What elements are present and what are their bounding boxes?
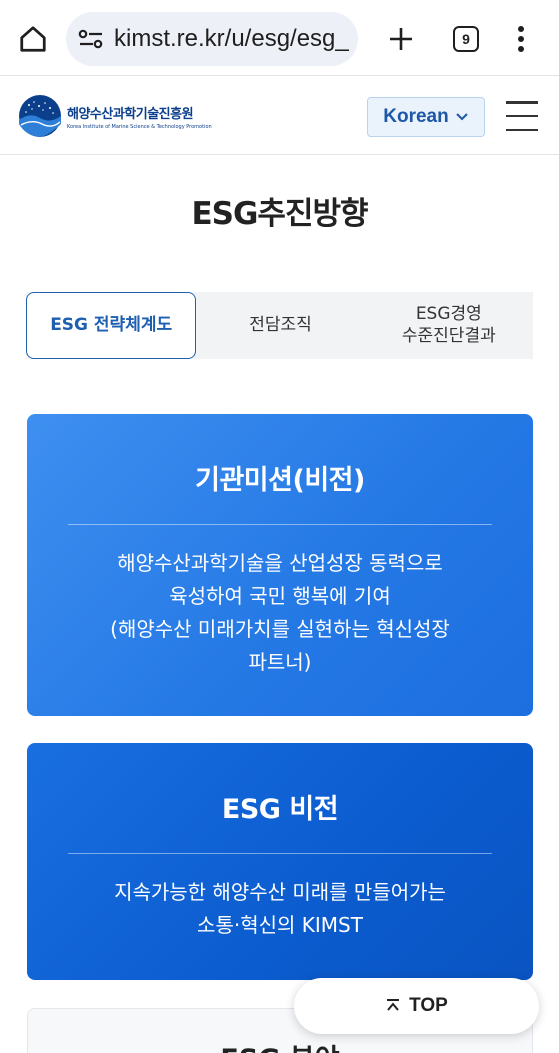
- address-bar[interactable]: kimst.re.kr/u/esg/esg_: [66, 12, 358, 66]
- arrow-up-icon: [387, 999, 400, 1011]
- site-logo[interactable]: 해양수산과학기술진흥원 Korea Institute of Marine Sc…: [18, 93, 212, 139]
- site-settings-icon[interactable]: [76, 24, 106, 54]
- url-text: kimst.re.kr/u/esg/esg_: [114, 25, 349, 52]
- tab-esg-strategy[interactable]: ESG 전략체계도: [26, 292, 197, 359]
- browser-toolbar: kimst.re.kr/u/esg/esg_ 9: [0, 0, 559, 76]
- scroll-to-top-button[interactable]: TOP: [294, 978, 539, 1034]
- tab-count: 9: [462, 31, 470, 47]
- mission-line: 해양수산과학기술을 산업성장 동력으로: [117, 551, 443, 575]
- top-button-label: TOP: [409, 995, 448, 1016]
- mission-card-title: 기관미션(비전): [195, 465, 365, 496]
- vision-card-title: ESG 비전: [221, 794, 339, 825]
- logo-korean-name: 해양수산과학기술진흥원: [67, 106, 194, 122]
- logo-emblem-icon: [19, 95, 61, 137]
- vision-line: 소통·혁신의 KIMST: [197, 913, 363, 937]
- page-title: ESG추진방향: [191, 196, 368, 232]
- new-tab-icon[interactable]: [384, 22, 418, 56]
- site-header: 해양수산과학기술진흥원 Korea Institute of Marine Sc…: [0, 77, 559, 155]
- tab-label: 전담조직: [249, 314, 312, 335]
- chevron-down-icon: [456, 113, 468, 121]
- logo-english-name: Korea Institute of Marine Science & Tech…: [67, 123, 212, 130]
- home-icon[interactable]: [14, 20, 52, 58]
- divider: [68, 524, 492, 525]
- tab-esg-assessment-results[interactable]: ESG경영 수준진단결과: [365, 292, 533, 359]
- tab-label-line1: ESG경영: [415, 304, 482, 325]
- tab-dedicated-organization[interactable]: 전담조직: [196, 292, 364, 359]
- mission-card: 기관미션(비전) 해양수산과학기술을 산업성장 동력으로 육성하여 국민 행복에…: [27, 414, 533, 716]
- vision-card-body: 지속가능한 해양수산 미래를 만들어가는 소통·혁신의 KIMST: [27, 876, 533, 942]
- language-label: Korean: [383, 106, 449, 127]
- tab-label-multiline: ESG경영 수준진단결과: [402, 304, 496, 347]
- divider: [68, 853, 492, 854]
- hamburger-menu-icon[interactable]: [506, 101, 538, 131]
- mission-line: (해양수산 미래가치를 실현하는 혁신성장: [110, 617, 450, 641]
- vision-line: 지속가능한 해양수산 미래를 만들어가는: [114, 880, 446, 904]
- content-tabs: ESG 전략체계도 전담조직 ESG경영 수준진단결과: [26, 292, 533, 359]
- mission-line: 육성하여 국민 행복에 기여: [169, 584, 391, 608]
- tab-switcher-button[interactable]: 9: [453, 26, 479, 52]
- mission-card-body: 해양수산과학기술을 산업성장 동력으로 육성하여 국민 행복에 기여 (해양수산…: [27, 547, 533, 679]
- mission-line: 파트너): [248, 650, 312, 674]
- esg-field-card-title: ESG 분야: [28, 1037, 532, 1053]
- browser-menu-icon[interactable]: [508, 22, 534, 56]
- esg-vision-card: ESG 비전 지속가능한 해양수산 미래를 만들어가는 소통·혁신의 KIMST: [27, 743, 533, 980]
- language-selector[interactable]: Korean: [367, 97, 485, 137]
- tab-label-line2: 수준진단결과: [401, 325, 496, 346]
- tab-label: ESG 전략체계도: [50, 314, 173, 335]
